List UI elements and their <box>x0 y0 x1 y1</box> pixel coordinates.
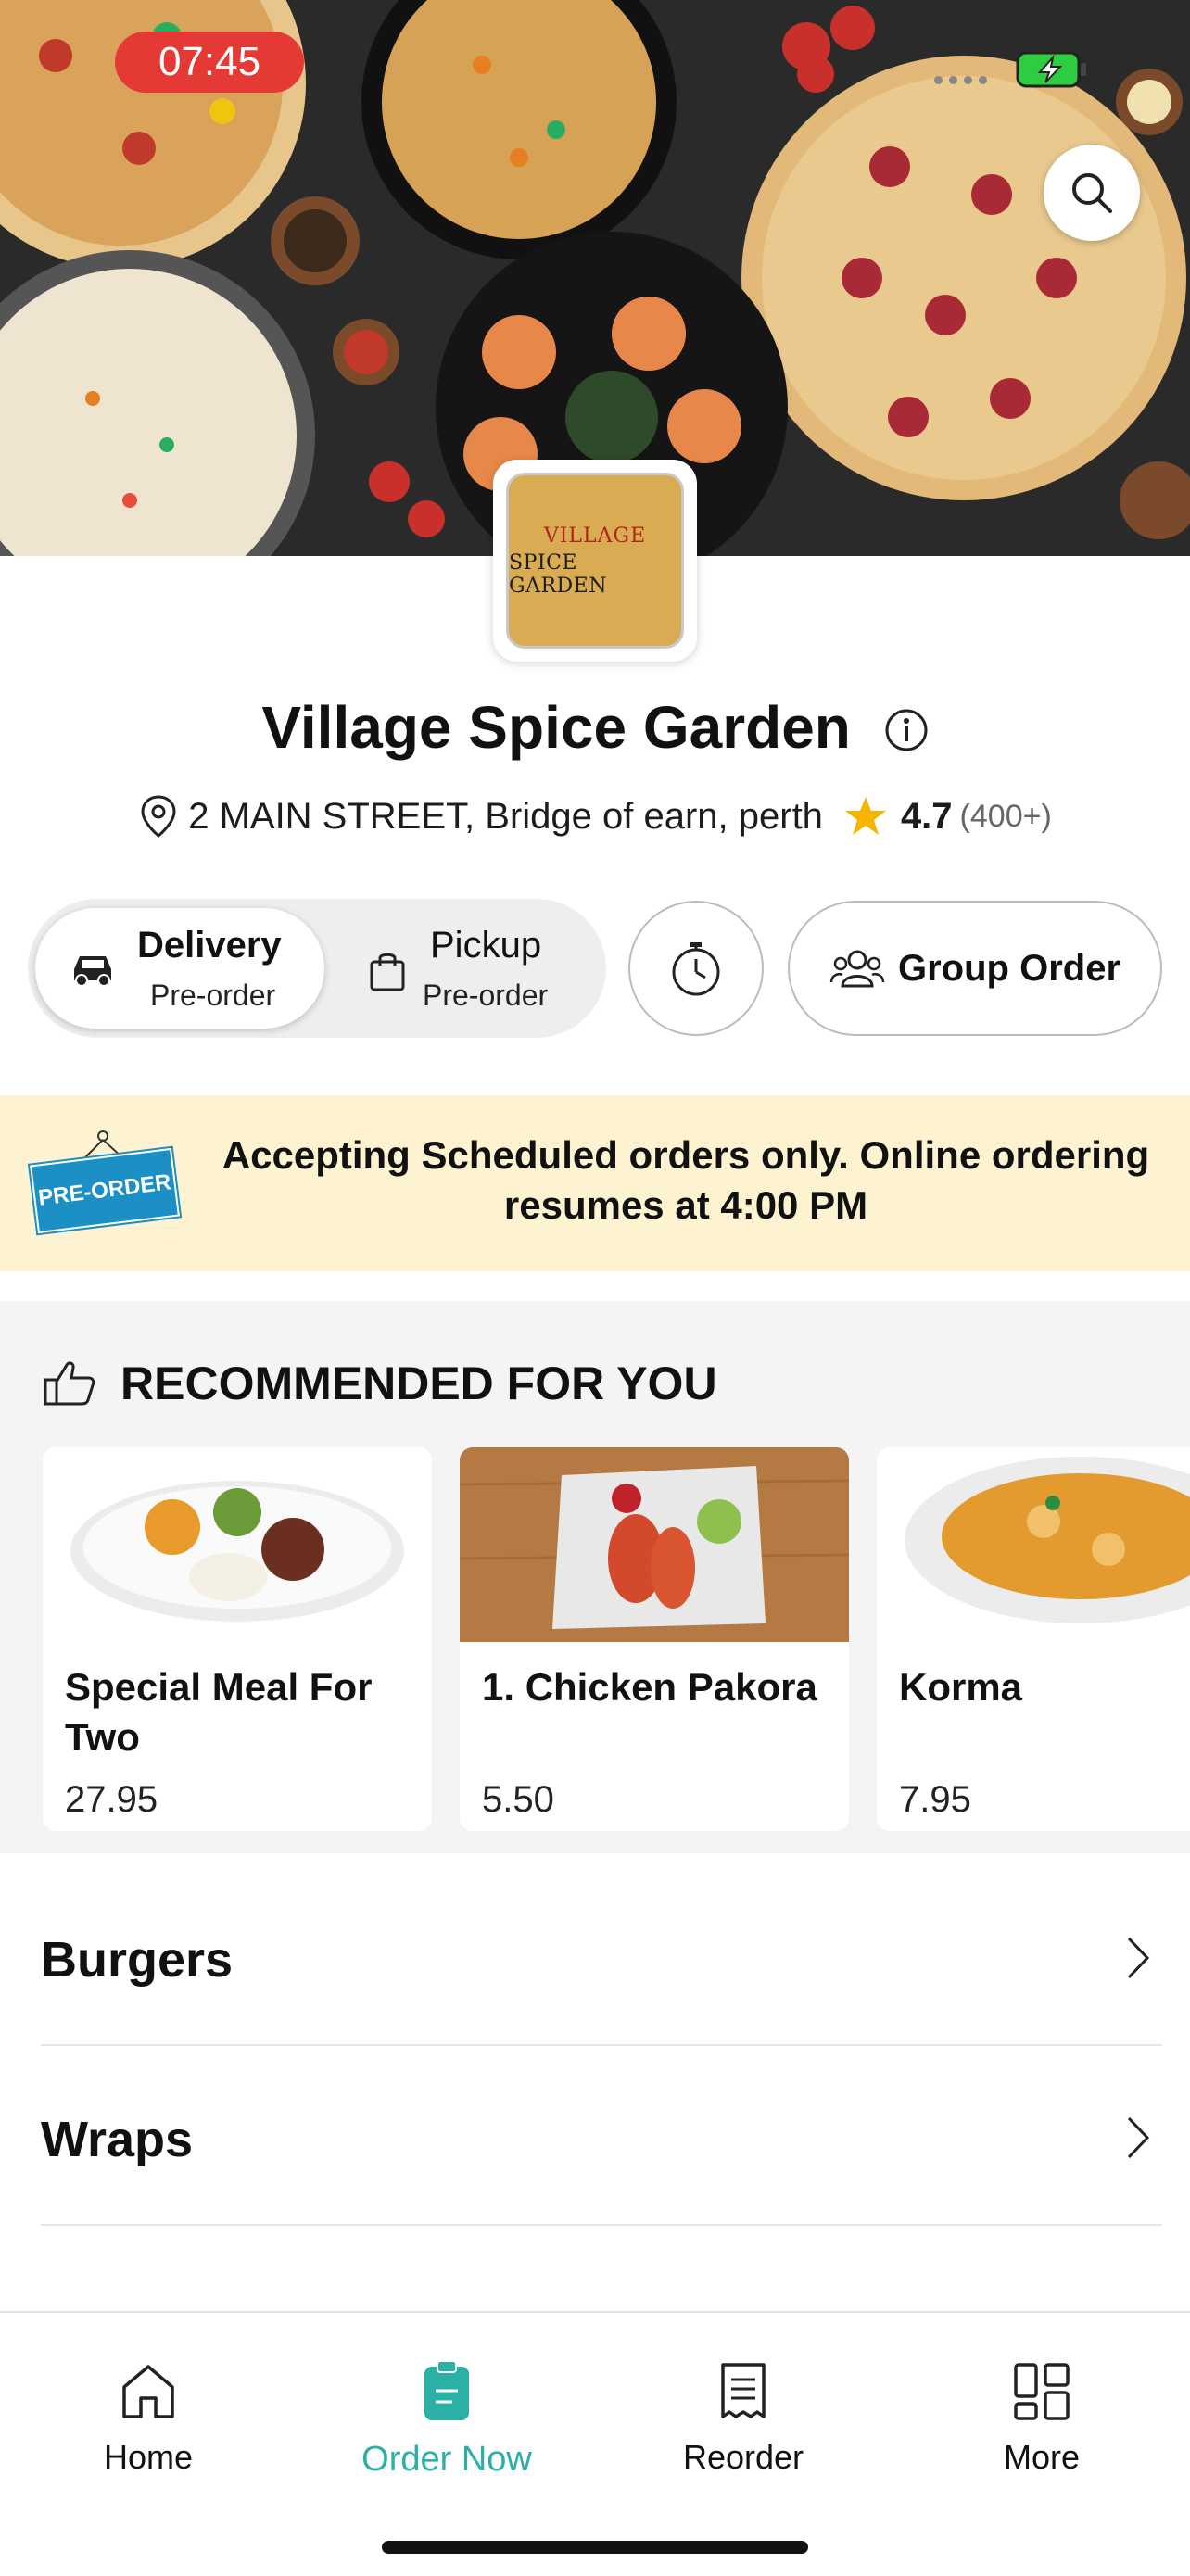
thumbs-up-icon <box>44 1361 95 1406</box>
tab-label: Home <box>103 2438 194 2476</box>
tab-label: Order Now <box>361 2440 532 2479</box>
receipt-icon <box>721 2363 766 2418</box>
status-time: 07:45 <box>115 32 304 93</box>
search-icon <box>1072 173 1112 213</box>
item-image <box>43 1447 432 1642</box>
preorder-tag: PRE-ORDER <box>30 1147 180 1234</box>
order-icon <box>424 2360 469 2420</box>
banner-message: Accepting Scheduled orders only. Online … <box>222 1133 1150 1227</box>
recommended-item-card[interactable]: Special Meal For Two 27.95 <box>43 1447 432 1831</box>
grid-icon <box>1014 2363 1070 2420</box>
rating-value: 4.7 <box>900 795 953 837</box>
pickup-subtitle: Pre-order <box>423 979 549 1012</box>
tab-more[interactable]: More <box>930 2361 1153 2477</box>
rating-count: (400+) <box>959 798 1052 834</box>
tab-home[interactable]: Home <box>37 2361 260 2477</box>
search-button[interactable] <box>1044 145 1140 241</box>
pickup-title: Pickup <box>430 925 542 966</box>
timer-icon <box>672 942 720 996</box>
logo-line-1: VILLAGE <box>543 524 647 548</box>
recommended-item-card[interactable]: Korma 7.95 <box>877 1447 1190 1831</box>
recommended-item-card[interactable]: 1. Chicken Pakora 5.50 <box>460 1447 849 1831</box>
item-price: 7.95 <box>899 1779 971 1820</box>
chevron-right-icon <box>1127 2116 1150 2159</box>
item-name: Korma <box>899 1665 1023 1709</box>
recommended-header: RECOMMENDED FOR YOU <box>43 1357 717 1410</box>
order-mode-toggle: Delivery Pre-order Pickup Pre-order <box>28 899 606 1038</box>
address-rating-row: 2 MAIN STREET, Bridge of earn, perth 4.7… <box>0 793 1190 840</box>
category-label: Burgers <box>41 1932 234 1988</box>
address-text: 2 MAIN STREET, Bridge of earn, perth <box>188 795 823 837</box>
item-image <box>877 1447 1190 1642</box>
delivery-subtitle: Pre-order <box>150 979 276 1012</box>
schedule-button[interactable] <box>628 901 764 1036</box>
delivery-title: Delivery <box>137 925 282 966</box>
battery-charging-icon <box>1016 51 1086 88</box>
group-icon <box>829 950 885 988</box>
home-indicator[interactable] <box>382 2541 808 2554</box>
tab-order-now[interactable]: Order Now <box>335 2360 558 2480</box>
category-row-wraps[interactable]: Wraps <box>41 2046 1162 2226</box>
star-icon <box>844 797 886 835</box>
tab-reorder[interactable]: Reorder <box>632 2361 855 2477</box>
recommended-title: RECOMMENDED FOR YOU <box>120 1357 717 1409</box>
item-price: 27.95 <box>65 1779 158 1820</box>
tab-label: More <box>1003 2438 1081 2476</box>
item-name: 1. Chicken Pakora <box>482 1665 817 1709</box>
logo-line-2: SPICE GARDEN <box>509 550 607 598</box>
restaurant-logo: VILLAGE SPICE GARDEN <box>493 460 697 662</box>
recommended-section: RECOMMENDED FOR YOU Special Meal For Two… <box>0 1301 1190 1853</box>
signal-icon <box>934 76 987 84</box>
restaurant-name: Village Spice Garden <box>261 694 851 761</box>
restaurant-title: Village Spice Garden <box>0 693 1190 766</box>
tab-label: Reorder <box>682 2438 804 2476</box>
home-icon <box>122 2365 174 2418</box>
item-name: Special Meal For Two <box>65 1665 373 1759</box>
info-icon[interactable] <box>884 698 929 766</box>
category-row-burgers[interactable]: Burgers <box>41 1866 1162 2046</box>
group-order-label: Group Order <box>897 947 1121 989</box>
chevron-right-icon <box>1127 1937 1150 1979</box>
preorder-banner: PRE-ORDER Accepting Scheduled orders onl… <box>0 1095 1190 1271</box>
category-label: Wraps <box>41 2112 194 2167</box>
pickup-option[interactable]: Pickup Pre-order <box>334 908 602 1029</box>
item-image <box>460 1447 849 1642</box>
delivery-option[interactable]: Delivery Pre-order <box>35 908 324 1029</box>
group-order-button[interactable]: Group Order <box>788 901 1162 1036</box>
car-icon <box>74 956 111 987</box>
bottom-tab-bar: Home Order Now Reorder More <box>0 2311 1190 2576</box>
location-pin-icon <box>141 795 176 838</box>
item-price: 5.50 <box>482 1779 554 1820</box>
shopping-bag-icon <box>370 953 405 991</box>
